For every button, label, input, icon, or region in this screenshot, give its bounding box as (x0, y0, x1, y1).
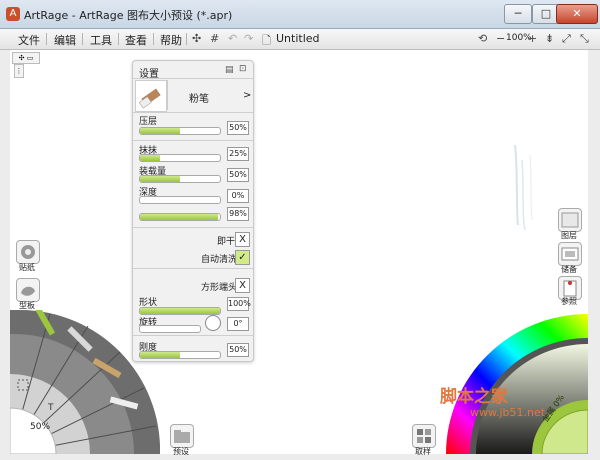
menu-tools[interactable]: 工具 (90, 32, 112, 47)
extra-slider-fill (140, 214, 219, 220)
divider (133, 78, 253, 79)
stencil-button[interactable] (16, 278, 40, 302)
sample-label: 取样 (415, 447, 431, 456)
pressure-slider[interactable] (139, 127, 221, 135)
title-bar: A ArtRage - ArtRage 图布大小预设 (*.apr) ─ □ ✕ (0, 0, 600, 29)
menu-separator (186, 33, 187, 45)
collapse-icon[interactable]: ⇟ (545, 32, 554, 45)
pressure-value[interactable]: 50% (227, 121, 249, 135)
canvas-handle[interactable]: ⋮ (14, 64, 24, 78)
presets-button[interactable] (170, 424, 194, 448)
tracing-label: 贴纸 (19, 263, 35, 272)
folder-icon (174, 430, 190, 443)
menu-separator (153, 33, 154, 45)
extra-value[interactable]: 98% (227, 207, 249, 221)
loading-slider-fill (140, 176, 180, 182)
menu-separator (118, 33, 119, 45)
divider (133, 112, 253, 113)
watermark-brand: 脚本之家 (440, 387, 508, 407)
layers-button[interactable] (558, 208, 582, 232)
pressure-label: 压层 (139, 117, 158, 127)
chalk-icon (138, 88, 161, 109)
fit-screen-icon[interactable]: ⤢ (562, 32, 571, 46)
sample-button[interactable] (412, 424, 436, 448)
zoom-readout: 50% (30, 422, 51, 432)
svg-text:T: T (47, 403, 54, 413)
shape-value[interactable]: 100% (227, 297, 251, 311)
divider (167, 80, 168, 110)
redo-icon[interactable]: ↷ (244, 32, 253, 45)
zoom-in-button[interactable]: + (528, 32, 537, 45)
menu-help[interactable]: 帮助 (160, 32, 182, 47)
divider (133, 227, 253, 228)
auto-clean-label: 自动清洗 (201, 255, 238, 265)
divider (133, 140, 253, 141)
tool-select-arrow[interactable]: > (243, 90, 251, 101)
samples-button[interactable] (558, 242, 582, 266)
tool-picker-wheel[interactable]: T (10, 310, 160, 454)
depth-slider[interactable] (139, 196, 221, 204)
divider (133, 268, 253, 269)
fullscreen-icon[interactable]: ⤡ (580, 32, 589, 46)
tracing-icon (21, 245, 35, 259)
tracing-button[interactable] (16, 240, 40, 264)
tool-name: 粉笔 (189, 94, 209, 105)
auto-clean-checkbox[interactable]: ✓ (235, 250, 250, 265)
pressure-slider-fill (140, 128, 180, 134)
loading-slider[interactable] (139, 175, 221, 183)
menu-separator (46, 33, 47, 45)
stencil-icon (21, 286, 35, 296)
smear-value[interactable]: 25% (227, 147, 249, 161)
smear-slider-fill (140, 155, 160, 161)
loading-value[interactable]: 50% (227, 168, 249, 182)
transform-icon[interactable]: ✣ (192, 32, 201, 45)
presets-label: 预设 (173, 447, 189, 456)
square-tip-checkbox[interactable]: X (235, 278, 250, 293)
save-preset-icon[interactable]: ▤ (225, 65, 234, 75)
canvas-position-control[interactable]: ✣ ▭ (12, 52, 40, 64)
sample-grid-icon (417, 429, 431, 443)
app-icon[interactable]: A (6, 7, 20, 21)
tool-preview[interactable] (135, 80, 167, 112)
menu-edit[interactable]: 编辑 (54, 32, 76, 47)
window-title: ArtRage - ArtRage 图布大小预设 (*.apr) (24, 9, 233, 22)
document-icon: 🗋 (262, 34, 271, 47)
minimize-button[interactable]: ─ (504, 4, 532, 24)
hardness-value[interactable]: 50% (227, 343, 249, 357)
samples-label: 储备 (561, 265, 577, 274)
zoom-out-button[interactable]: − (496, 32, 505, 45)
layers-icon (561, 212, 579, 228)
rotation-dial[interactable] (205, 315, 221, 331)
watermark-url: www.jb51.net (470, 406, 546, 419)
instant-dry-checkbox[interactable]: X (235, 232, 250, 247)
references-label: 参照 (561, 297, 577, 306)
smear-slider[interactable] (139, 154, 221, 162)
menu-separator (82, 33, 83, 45)
pin-icon[interactable]: ⊡ (239, 64, 247, 74)
document-name: Untitled (276, 32, 320, 45)
instant-dry-label: 即干 (217, 237, 236, 247)
square-tip-label: 方形端头 (201, 283, 238, 293)
grid-icon[interactable]: # (210, 32, 219, 45)
menu-file[interactable]: 文件 (18, 32, 40, 47)
menu-view[interactable]: 查看 (125, 32, 147, 47)
menu-bar: 文件 编辑 工具 查看 帮助 ✣ # ↶ ↷ 🗋 Untitled ⟲ − 10… (0, 29, 600, 50)
zoom-reset-icon[interactable]: ⟲ (478, 32, 487, 45)
depth-value[interactable]: 0% (227, 189, 249, 203)
undo-icon[interactable]: ↶ (228, 32, 237, 45)
samples-icon (561, 247, 579, 261)
layers-label: 图层 (561, 231, 577, 240)
extra-slider[interactable] (139, 213, 221, 221)
close-button[interactable]: ✕ (556, 4, 598, 24)
rotation-value[interactable]: 0° (227, 317, 249, 331)
